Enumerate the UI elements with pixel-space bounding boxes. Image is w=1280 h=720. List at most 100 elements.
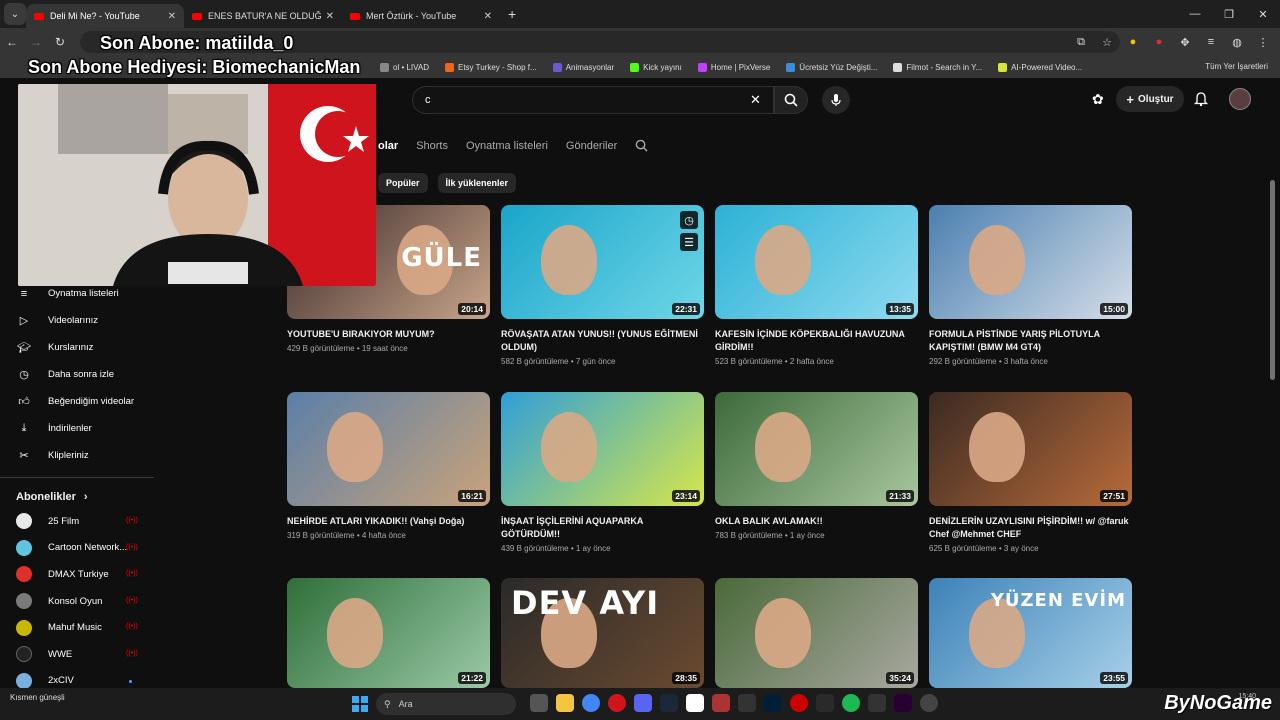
photoshop-icon[interactable] [764, 694, 782, 712]
channel-search-icon[interactable] [635, 139, 648, 152]
voice-search-button[interactable] [822, 86, 850, 114]
clear-search-icon[interactable]: ✕ [750, 92, 761, 108]
video-thumbnail[interactable]: 13:35 [715, 205, 918, 319]
star-icon[interactable]: ☆ [1096, 36, 1118, 49]
opera-icon[interactable] [608, 694, 626, 712]
back-icon[interactable]: ← [0, 35, 24, 49]
subscription-item[interactable]: Cartoon Network... ((•)) [0, 535, 154, 562]
chrome-icon[interactable] [582, 694, 600, 712]
add-to-queue-icon[interactable]: ☰ [680, 233, 698, 251]
bookmark[interactable]: Kick yayını [630, 62, 682, 72]
premiere-icon[interactable] [894, 694, 912, 712]
video-thumbnail[interactable]: 21:33 [715, 392, 918, 506]
watch-later-icon[interactable]: ◷ [680, 211, 698, 229]
bookmark[interactable]: Home | PixVerse [697, 62, 770, 72]
create-button[interactable]: + Oluştur [1116, 86, 1184, 112]
app-icon[interactable] [920, 694, 938, 712]
profile-icon[interactable]: ◍ [1226, 36, 1248, 49]
puzzle-icon[interactable]: ✥ [1174, 36, 1196, 49]
video-thumbnail[interactable]: DEV AYI 28:35 [501, 578, 704, 688]
video-card[interactable]: 35:24 [715, 578, 918, 688]
close-tab-icon[interactable]: ✕ [484, 11, 492, 22]
video-title[interactable]: NEHİRDE ATLARI YIKADIK!! (Vahşi Doğa) [287, 515, 490, 528]
video-thumbnail[interactable]: 16:21 [287, 392, 490, 506]
browser-tab-1[interactable]: Deli Mi Ne? - YouTube ✕ [26, 4, 184, 28]
subscription-item[interactable]: 25 Film ((•)) [0, 508, 154, 535]
epic-games-icon[interactable] [738, 694, 756, 712]
tab-videos[interactable]: olar [378, 140, 398, 152]
tab-shorts[interactable]: Shorts [416, 140, 448, 152]
app-icon[interactable] [816, 694, 834, 712]
bookmark[interactable]: AI-Powered Video... [998, 62, 1082, 72]
video-card[interactable]: 13:35 KAFESİN İÇİNDE KÖPEKBALIĞI HAVUZUNA… [715, 205, 918, 366]
extension-icon[interactable]: ● [1122, 36, 1144, 48]
tab-posts[interactable]: Gönderiler [566, 140, 617, 152]
video-title[interactable]: İNŞAAT İŞÇİLERİNİ AQUAPARKA GÖTÜRDÜM!! [501, 515, 704, 541]
tab-playlists[interactable]: Oynatma listeleri [466, 140, 548, 152]
video-card[interactable]: YÜZEN EVİM 23:55 [929, 578, 1132, 688]
browser-tab-3[interactable]: Mert Öztürk - YouTube ✕ [342, 4, 500, 28]
sidebar-item-liked[interactable]: 👍︎ Beğendiğim videolar [0, 388, 154, 415]
bookmark[interactable]: Filmot - Search in Y... [893, 62, 982, 72]
video-card[interactable]: ◷ ☰ 22:31 RÖVAŞATA ATAN YUNUS!! (YUNUS EĞİT… [501, 205, 704, 366]
menu-icon[interactable]: ⋮ [1252, 36, 1274, 49]
sidebar-item-your-videos[interactable]: ▷ Videolarınız [0, 307, 154, 334]
file-explorer-icon[interactable] [556, 694, 574, 712]
browser-tab-2[interactable]: ENES BATUR'A NE OLDUĞUNU ✕ [184, 4, 342, 28]
subscription-item[interactable]: WWE ((•)) [0, 641, 154, 668]
video-title[interactable]: KAFESİN İÇİNDE KÖPEKBALIĞI HAVUZUNA GİRD… [715, 328, 918, 354]
bookmark[interactable]: Animasyonlar [552, 62, 614, 72]
taskbar-search[interactable]: ⚲ Ara [376, 693, 516, 715]
media-icon[interactable]: ≡ [1200, 36, 1222, 48]
chip-oldest[interactable]: İlk yüklenenler [437, 173, 517, 193]
video-card[interactable]: 21:33 OKLA BALIK AVLAMAK!! 783 B görüntüle… [715, 392, 918, 540]
sidebar-item-watch-later[interactable]: ◷ Daha sonra izle [0, 361, 154, 388]
video-thumbnail[interactable]: 35:24 [715, 578, 918, 688]
subscription-item[interactable]: DMAX Turkiye ((•)) [0, 561, 154, 588]
reload-icon[interactable]: ↻ [48, 35, 72, 49]
close-tab-icon[interactable]: ✕ [168, 11, 176, 22]
close-tab-icon[interactable]: ✕ [326, 11, 334, 22]
extension-icon[interactable]: ● [1148, 36, 1170, 48]
new-tab-button[interactable]: + [508, 6, 516, 22]
avatar[interactable] [1229, 88, 1251, 110]
chip-popular[interactable]: Popüler [378, 173, 428, 193]
video-title[interactable]: DENİZLERİN UZAYLISINI PİŞİRDİM!! w/ @far… [929, 515, 1132, 541]
weather-widget[interactable]: Kısmen güneşli [10, 692, 65, 703]
tab-search-icon[interactable]: ⌄ [4, 3, 26, 25]
steam-icon[interactable] [660, 694, 678, 712]
maximize-icon[interactable]: ❐ [1212, 8, 1246, 21]
video-card[interactable]: 23:14 İNŞAAT İŞÇİLERİNİ AQUAPARKA GÖTÜRDÜ… [501, 392, 704, 553]
video-thumbnail[interactable]: YÜZEN EVİM 23:55 [929, 578, 1132, 688]
video-title[interactable]: YOUTUBE'U BIRAKIYOR MUYUM? [287, 328, 490, 341]
subscription-item[interactable]: Konsol Oyun ((•)) [0, 588, 154, 615]
minimize-icon[interactable]: — [1178, 8, 1212, 20]
discord-icon[interactable] [634, 694, 652, 712]
scrollbar[interactable] [1270, 180, 1275, 380]
video-card[interactable]: 15:00 FORMULA PİSTİNDE YARIŞ PİLOTUYLA KA… [929, 205, 1132, 366]
subscription-item[interactable]: Mahuf Music ((•)) [0, 614, 154, 641]
bookmark[interactable]: Ücretsiz Yüz Değişti... [786, 62, 877, 72]
video-title[interactable]: OKLA BALIK AVLAMAK!! [715, 515, 918, 528]
spotify-icon[interactable] [842, 694, 860, 712]
video-thumbnail[interactable]: 23:14 [501, 392, 704, 506]
all-bookmarks-link[interactable]: Tüm Yer İşaretleri [1205, 62, 1268, 71]
sidebar-item-downloads[interactable]: ⤓ İndirilenler [0, 415, 154, 442]
video-card[interactable]: 16:21 NEHİRDE ATLARI YIKADIK!! (Vahşi Doğ… [287, 392, 490, 540]
widgets-icon[interactable] [530, 694, 548, 712]
video-thumbnail[interactable]: 21:22 [287, 578, 490, 688]
obs-icon[interactable] [790, 694, 808, 712]
close-window-icon[interactable]: ✕ [1246, 8, 1280, 21]
video-thumbnail[interactable]: ◷ ☰ 22:31 [501, 205, 704, 319]
search-button[interactable] [774, 86, 808, 114]
bookmark[interactable]: ol • LIVAD [380, 62, 429, 72]
capcut-icon[interactable] [686, 694, 704, 712]
video-card[interactable]: DEV AYI 28:35 [501, 578, 704, 688]
install-icon[interactable]: ⧉ [1070, 36, 1092, 49]
sidebar-item-courses[interactable]: 🎓︎ Kurslarınız [0, 334, 154, 361]
video-card[interactable]: 27:51 DENİZLERİN UZAYLISINI PİŞİRDİM!! w/… [929, 392, 1132, 553]
video-title[interactable]: RÖVAŞATA ATAN YUNUS!! (YUNUS EĞİTMENİ OL… [501, 328, 704, 354]
bell-icon[interactable] [1193, 91, 1209, 107]
forward-icon[interactable]: → [24, 35, 48, 49]
app-icon[interactable] [868, 694, 886, 712]
